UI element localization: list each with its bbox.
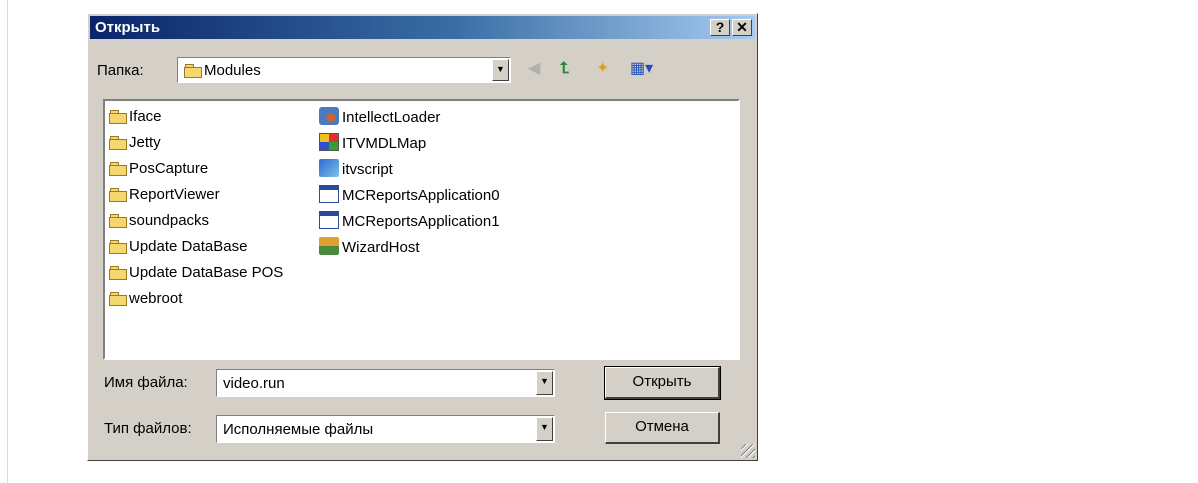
folder-icon (109, 162, 127, 176)
file-list[interactable]: Iface Jetty PosCapture ReportViewer soun… (103, 99, 740, 360)
script-app-icon (319, 159, 339, 177)
lookin-dropdown-button[interactable]: ▼ (492, 59, 509, 81)
list-item[interactable]: WizardHost (319, 237, 500, 263)
open-file-dialog: Открыть ? ✕ Папка: Modules ▼ ◀ ⮤ ✦ ▦▾ If… (87, 13, 758, 461)
dialog-title: Открыть (95, 19, 161, 36)
filetype-value: Исполняемые файлы (223, 421, 374, 438)
folder-icon (184, 64, 202, 78)
list-item[interactable]: ITVMDLMap (319, 133, 500, 159)
application-icon (319, 185, 339, 203)
back-icon[interactable]: ◀ (528, 59, 540, 79)
application-icon (319, 211, 339, 229)
file-column: IntellectLoader ITVMDLMap itvscript MCRe… (319, 107, 500, 263)
list-item[interactable]: ReportViewer (109, 185, 283, 211)
filetype-select[interactable]: Исполняемые файлы ▼ (216, 415, 555, 443)
folder-icon (109, 292, 127, 306)
folder-icon (109, 266, 127, 280)
new-folder-icon[interactable]: ✦ (596, 59, 609, 79)
up-folder-icon[interactable]: ⮤ (560, 59, 569, 79)
folder-icon (109, 110, 127, 124)
filename-label: Имя файла: (104, 374, 188, 391)
filename-dropdown-button[interactable]: ▼ (536, 371, 553, 395)
folder-icon (109, 240, 127, 254)
list-item[interactable]: itvscript (319, 159, 500, 185)
title-bar[interactable]: Открыть ? ✕ (90, 16, 755, 39)
folder-icon (109, 188, 127, 202)
open-button[interactable]: Открыть (604, 366, 721, 400)
filename-input[interactable]: video.run ▼ (216, 369, 555, 397)
filetype-label: Тип файлов: (104, 420, 192, 437)
list-item[interactable]: soundpacks (109, 211, 283, 237)
close-button[interactable]: ✕ (732, 19, 752, 36)
list-item[interactable]: IntellectLoader (319, 107, 500, 133)
folder-icon (109, 214, 127, 228)
folder-column: Iface Jetty PosCapture ReportViewer soun… (109, 107, 283, 315)
page-left-rule (7, 0, 8, 483)
list-item[interactable]: Jetty (109, 133, 283, 159)
filename-value: video.run (223, 375, 285, 392)
list-item[interactable]: webroot (109, 289, 283, 315)
list-item[interactable]: Update DataBase (109, 237, 283, 263)
list-item[interactable]: PosCapture (109, 159, 283, 185)
cancel-button[interactable]: Отмена (605, 412, 720, 444)
resize-grip[interactable] (741, 444, 755, 458)
filetype-dropdown-button[interactable]: ▼ (536, 417, 553, 441)
list-item[interactable]: Update DataBase POS (109, 263, 283, 289)
loader-app-icon (319, 107, 339, 125)
map-app-icon (319, 133, 339, 151)
lookin-combo[interactable]: Modules ▼ (177, 57, 511, 83)
list-item[interactable]: MCReportsApplication0 (319, 185, 500, 211)
folder-icon (109, 136, 127, 150)
help-button[interactable]: ? (710, 19, 730, 36)
list-item[interactable]: MCReportsApplication1 (319, 211, 500, 237)
wizard-app-icon (319, 237, 339, 255)
lookin-value: Modules (204, 62, 261, 79)
list-item[interactable]: Iface (109, 107, 283, 133)
lookin-label: Папка: (97, 62, 144, 79)
view-menu-icon[interactable]: ▦▾ (630, 59, 653, 79)
